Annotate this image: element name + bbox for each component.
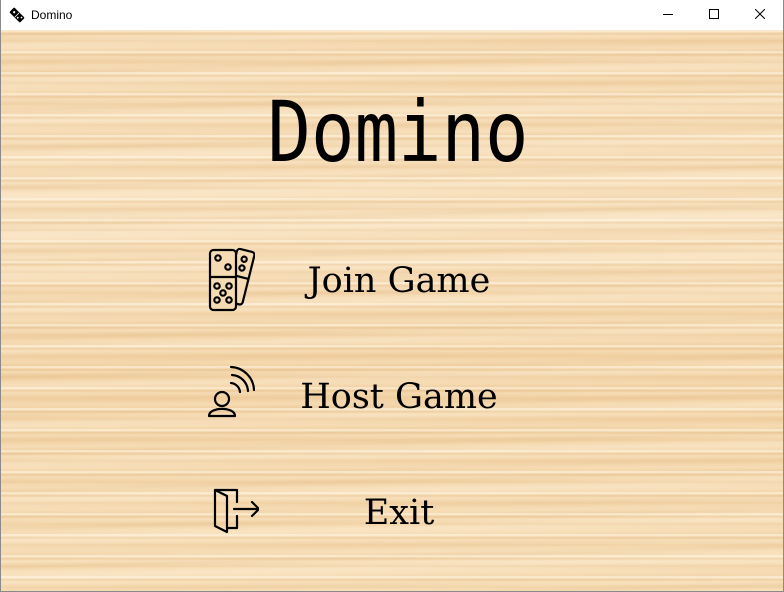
host-game-button[interactable]: Host Game xyxy=(191,356,521,436)
domino-icon xyxy=(9,7,25,23)
host-game-label: Host Game xyxy=(300,377,498,417)
wood-background: Domino Join Game Host Game Exit xyxy=(1,30,783,591)
close-button[interactable] xyxy=(737,0,783,30)
window-controls xyxy=(645,0,783,30)
maximize-icon xyxy=(709,6,719,24)
window-title: Domino xyxy=(31,8,73,22)
domino-tiles-icon xyxy=(203,246,255,316)
exit-button[interactable]: Exit xyxy=(191,472,521,552)
exit-label: Exit xyxy=(363,493,435,533)
minimize-icon xyxy=(663,6,673,24)
close-icon xyxy=(754,6,766,24)
maximize-button[interactable] xyxy=(691,0,737,30)
minimize-button[interactable] xyxy=(645,0,691,30)
app-window: Domino Domino Join Game Host Game Exit xyxy=(0,0,784,592)
broadcast-user-icon xyxy=(203,362,255,418)
join-game-button[interactable]: Join Game xyxy=(191,240,521,320)
exit-door-icon xyxy=(203,484,259,534)
title-bar[interactable]: Domino xyxy=(1,0,783,30)
join-game-label: Join Game xyxy=(307,261,491,301)
page-title: Domino xyxy=(267,83,529,181)
